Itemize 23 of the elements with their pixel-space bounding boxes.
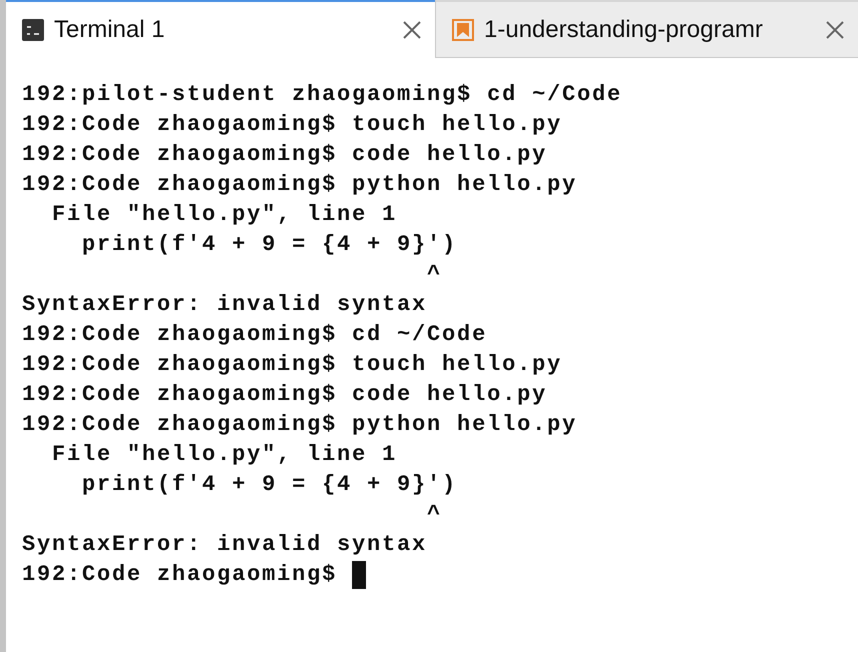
- close-icon[interactable]: [824, 18, 846, 40]
- terminal-line: 192:Code zhaogaoming$ code hello.py: [22, 381, 548, 409]
- terminal-line: SyntaxError: invalid syntax: [22, 531, 428, 559]
- terminal-line: 192:Code zhaogaoming$ touch hello.py: [22, 351, 562, 379]
- terminal-line: SyntaxError: invalid syntax: [22, 291, 428, 319]
- terminal-line: 192:Code zhaogaoming$ cd ~/Code: [22, 321, 488, 349]
- tab[interactable]: 1-understanding-programr: [435, 0, 858, 58]
- terminal-prompt: 192:Code zhaogaoming$: [22, 561, 338, 589]
- terminal-line: 192:Code zhaogaoming$ python hello.py: [22, 171, 578, 199]
- terminal-line: print(f'4 + 9 = {4 + 9}'): [81, 471, 458, 499]
- terminal-line: 192:pilot-student zhaogaoming$ cd ~/Code: [22, 81, 622, 109]
- terminal-line: File "hello.py", line 1: [51, 441, 398, 469]
- terminal-line: 192:Code zhaogaoming$ touch hello.py: [22, 111, 562, 139]
- terminal-icon: [22, 19, 44, 41]
- close-icon[interactable]: [401, 19, 423, 41]
- terminal-line: File "hello.py", line 1: [51, 201, 398, 229]
- text-cursor: [352, 561, 366, 589]
- terminal-line: 192:Code zhaogaoming$ python hello.py: [22, 411, 578, 439]
- terminal-line: ^: [426, 501, 442, 529]
- bookmark-icon: [452, 18, 474, 40]
- terminal-line: print(f'4 + 9 = {4 + 9}'): [81, 231, 458, 259]
- terminal-line: ^: [426, 261, 442, 289]
- terminal-line: 192:Code zhaogaoming$ code hello.py: [22, 141, 548, 169]
